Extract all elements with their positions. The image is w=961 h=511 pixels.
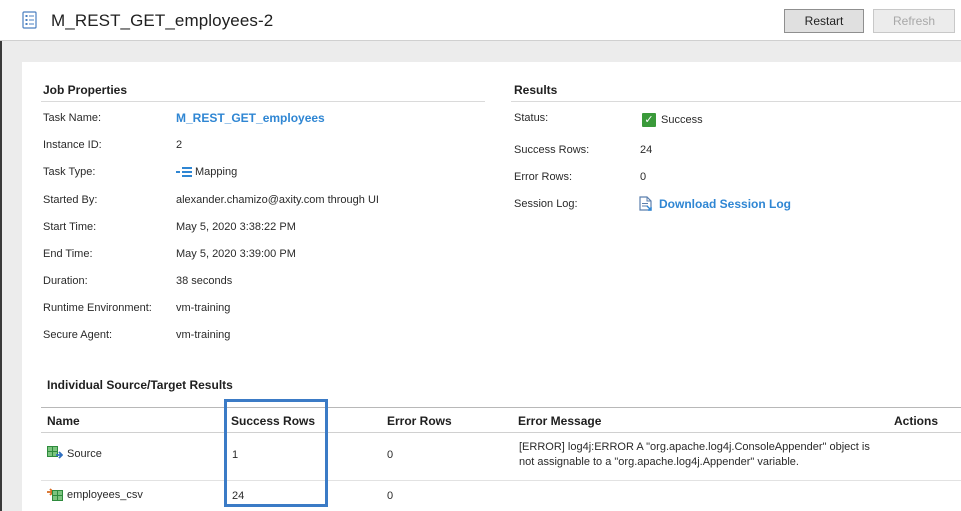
results-title: Results [514, 83, 558, 97]
row-name: employees_csv [67, 489, 143, 501]
table-header-border [41, 432, 961, 433]
table-top-border [41, 407, 961, 408]
start-time-value: May 5, 2020 3:38:22 PM [176, 221, 296, 233]
status-label: Status: [514, 112, 549, 124]
duration-label: Duration: [43, 275, 88, 287]
task-type-text: Mapping [195, 166, 238, 178]
session-log-label: Session Log: [514, 198, 578, 210]
column-header-error-message[interactable]: Error Message [518, 414, 601, 428]
runtime-environment-value: vm-training [176, 302, 231, 314]
row-error-rows: 0 [387, 490, 394, 502]
column-header-error-rows[interactable]: Error Rows [387, 414, 452, 428]
source-icon [47, 446, 63, 459]
divider [511, 101, 961, 102]
runtime-environment-label: Runtime Environment: [43, 302, 152, 314]
end-time-value: May 5, 2020 3:39:00 PM [176, 248, 296, 260]
secure-agent-value: vm-training [176, 329, 231, 341]
success-rows-label: Success Rows: [514, 144, 590, 156]
end-time-label: End Time: [43, 248, 93, 260]
started-by-value: alexander.chamizo@axity.com through UI [176, 194, 379, 206]
job-document-icon [22, 11, 37, 29]
task-type-label: Task Type: [43, 166, 96, 178]
duration-value: 38 seconds [176, 275, 233, 287]
error-rows-value: 0 [640, 171, 647, 183]
row-name: Source [67, 448, 102, 460]
column-header-actions: Actions [894, 414, 939, 428]
row-success-rows: 1 [232, 449, 239, 461]
job-details-panel: Job Properties Task Name: M_REST_GET_emp… [22, 62, 961, 511]
success-check-icon: ✓ [642, 113, 656, 127]
individual-results-title: Individual Source/Target Results [47, 378, 233, 392]
column-header-name[interactable]: Name [47, 414, 80, 428]
error-message-line: [ERROR] log4j:ERROR A "org.apache.log4j.… [519, 441, 870, 453]
row-error-rows: 0 [387, 449, 394, 461]
secure-agent-label: Secure Agent: [43, 329, 113, 341]
divider [41, 101, 485, 102]
row-error-message: [ERROR] log4j:ERROR A "org.apache.log4j.… [519, 440, 899, 470]
row-success-rows: 24 [232, 490, 245, 502]
row-divider [41, 480, 961, 481]
page-title: M_REST_GET_employees-2 [51, 11, 274, 30]
job-properties-title: Job Properties [43, 83, 128, 97]
page-header: M_REST_GET_employees-2 Restart Refresh [0, 0, 961, 41]
refresh-button[interactable]: Refresh [873, 9, 955, 33]
start-time-label: Start Time: [43, 221, 97, 233]
instance-id-label: Instance ID: [43, 139, 102, 151]
task-type-value: Mapping [176, 166, 237, 178]
task-name-link[interactable]: M_REST_GET_employees [176, 111, 325, 125]
task-name-label: Task Name: [43, 112, 102, 124]
error-message-line: not assignable to a "org.apache.log4j.Ap… [519, 456, 799, 468]
window-left-edge [0, 0, 2, 511]
download-session-log-link[interactable]: Download Session Log [659, 197, 791, 211]
status-value: Success [661, 114, 703, 126]
column-header-success-rows[interactable]: Success Rows [231, 414, 315, 428]
instance-id-value: 2 [176, 139, 183, 151]
target-icon [47, 488, 63, 501]
started-by-label: Started By: [43, 194, 98, 206]
error-rows-label: Error Rows: [514, 171, 573, 183]
restart-button[interactable]: Restart [784, 9, 864, 33]
mapping-icon [176, 167, 192, 178]
success-rows-value: 24 [640, 144, 653, 156]
download-log-icon[interactable] [639, 196, 652, 211]
